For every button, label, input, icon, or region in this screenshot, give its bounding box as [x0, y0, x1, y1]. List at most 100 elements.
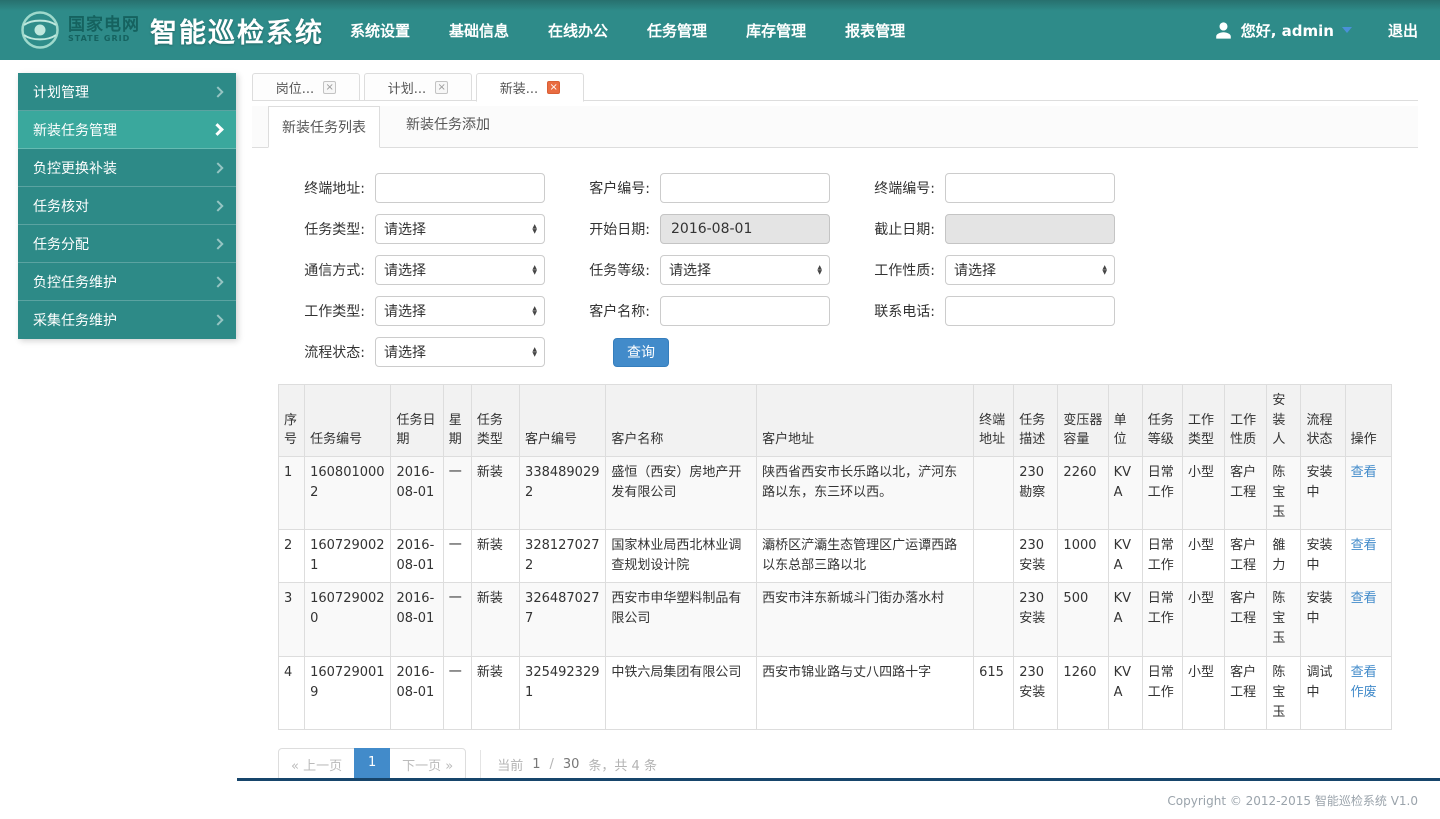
- view-link[interactable]: 查看: [1351, 463, 1386, 483]
- table-cell: 客户工程: [1225, 529, 1267, 582]
- void-link[interactable]: 作废: [1351, 683, 1386, 703]
- form-row: 流程状态:请选择查询: [280, 336, 1418, 368]
- sidebar-item-3[interactable]: 负控更换补装: [18, 149, 236, 187]
- subtab-1[interactable]: 新装任务列表: [268, 106, 380, 148]
- table-cell: 2260: [1058, 456, 1108, 529]
- table-cell: 1: [279, 456, 305, 529]
- tab-3[interactable]: 新装... ×: [476, 73, 584, 102]
- table-cell: 西安市沣东新城斗门街办落水村: [757, 583, 974, 656]
- tab-close-icon[interactable]: ×: [547, 81, 560, 94]
- prev-page-button[interactable]: « 上一页: [278, 748, 355, 781]
- flow-status-select[interactable]: 请选择: [375, 337, 545, 367]
- tab-close-icon[interactable]: ×: [323, 81, 336, 94]
- chevron-right-icon: [211, 123, 224, 136]
- updown-arrows-icon: [532, 306, 537, 316]
- flow-status-selected-value: 请选择: [384, 342, 532, 362]
- tab-1[interactable]: 岗位... ×: [252, 73, 360, 101]
- query-button[interactable]: 查询: [613, 338, 669, 367]
- sidebar-item-6[interactable]: 负控任务维护: [18, 263, 236, 301]
- nav-item-5[interactable]: 库存管理: [746, 12, 806, 49]
- column-header: 安装人: [1267, 385, 1301, 457]
- work-type-group: 工作类型:请选择: [280, 296, 545, 326]
- nav-item-1[interactable]: 系统设置: [350, 12, 410, 49]
- table-cell: 1607290021: [305, 529, 391, 582]
- table-cell: 新装: [471, 583, 519, 656]
- nav-item-4[interactable]: 任务管理: [647, 12, 707, 49]
- customer-name-input[interactable]: [660, 296, 830, 326]
- task-level-selected-value: 请选择: [669, 260, 817, 280]
- table-cell: KVA: [1108, 529, 1142, 582]
- table-cell: [974, 583, 1014, 656]
- logout-button[interactable]: 退出: [1388, 20, 1418, 41]
- end-date-field[interactable]: [945, 214, 1115, 244]
- nav-item-6[interactable]: 报表管理: [845, 12, 905, 49]
- start-date-group: 开始日期:2016-08-01: [565, 214, 830, 244]
- table-row: 416072900192016-08-01一新装3254923291中铁六局集团…: [279, 656, 1392, 729]
- caret-down-icon[interactable]: [1342, 27, 1352, 33]
- view-link[interactable]: 查看: [1351, 536, 1386, 556]
- table-cell: 灞桥区浐灞生态管理区广运谭西路以东总部三路以北: [757, 529, 974, 582]
- table-cell: 日常工作: [1142, 456, 1182, 529]
- chevron-right-icon: [212, 276, 223, 287]
- chevron-right-icon: [212, 314, 223, 325]
- nav-item-2[interactable]: 基础信息: [449, 12, 509, 49]
- table-body: 116080100022016-08-01一新装3384890292盛恒（西安）…: [279, 456, 1392, 730]
- table-cell: 西安市锦业路与丈八四路十字: [757, 656, 974, 729]
- contact-phone-input[interactable]: [945, 296, 1115, 326]
- table-cell: KVA: [1108, 583, 1142, 656]
- terminal-no-input[interactable]: [945, 173, 1115, 203]
- column-header: 变压器容量: [1058, 385, 1108, 457]
- table-cell: 500: [1058, 583, 1108, 656]
- subtab-2[interactable]: 新装任务添加: [406, 114, 490, 147]
- customer-no-group: 客户编号:: [565, 173, 830, 203]
- table-cell: 3384890292: [520, 456, 606, 529]
- column-header: 流程状态: [1301, 385, 1345, 457]
- sidebar-item-2[interactable]: 新装任务管理: [18, 111, 236, 149]
- sidebar-item-7[interactable]: 采集任务维护: [18, 301, 236, 339]
- sidebar-menu: 计划管理新装任务管理负控更换补装任务核对任务分配负控任务维护采集任务维护: [18, 73, 236, 339]
- comm-mode-select[interactable]: 请选择: [375, 255, 545, 285]
- start-date-field[interactable]: 2016-08-01: [660, 214, 830, 244]
- table-cell: 安装中: [1301, 456, 1345, 529]
- operation-cell: 查看: [1345, 529, 1391, 582]
- column-header: 星期: [443, 385, 471, 457]
- view-link[interactable]: 查看: [1351, 589, 1386, 609]
- sidebar-item-4[interactable]: 任务核对: [18, 187, 236, 225]
- work-nature-select[interactable]: 请选择: [945, 255, 1115, 285]
- table-cell: 西安市申华塑料制品有限公司: [606, 583, 757, 656]
- view-link[interactable]: 查看: [1351, 663, 1386, 683]
- nav-item-3[interactable]: 在线办公: [548, 12, 608, 49]
- next-page-button[interactable]: 下一页 »: [389, 748, 466, 781]
- user-area[interactable]: 您好, admin 退出: [1214, 20, 1418, 41]
- task-type-select[interactable]: 请选择: [375, 214, 545, 244]
- sidebar-item-1[interactable]: 计划管理: [18, 73, 236, 111]
- table-cell: 230勘察: [1014, 456, 1058, 529]
- column-header: 任务编号: [305, 385, 391, 457]
- column-header: 工作性质: [1225, 385, 1267, 457]
- customer-no-input[interactable]: [660, 173, 830, 203]
- tab-label: 岗位...: [276, 78, 314, 97]
- terminal-no-group: 终端编号:: [850, 173, 1115, 203]
- sidebar-item-label: 任务核对: [33, 196, 89, 216]
- page-1-button[interactable]: 1: [354, 748, 390, 781]
- terminal-address-input[interactable]: [375, 173, 545, 203]
- tab-close-icon[interactable]: ×: [435, 81, 448, 94]
- table-cell: 陈宝玉: [1267, 656, 1301, 729]
- sidebar-item-5[interactable]: 任务分配: [18, 225, 236, 263]
- logo-text: 国家电网 STATE GRID: [68, 17, 140, 43]
- end-date-label: 截止日期:: [850, 219, 935, 239]
- work-type-select[interactable]: 请选择: [375, 296, 545, 326]
- tab-2[interactable]: 计划...×: [364, 73, 472, 101]
- user-greeting[interactable]: 您好, admin: [1241, 20, 1334, 41]
- table-cell: 615: [974, 656, 1014, 729]
- tab-label: 新装...: [500, 78, 538, 97]
- end-date-group: 截止日期:: [850, 214, 1115, 244]
- column-header: 客户地址: [757, 385, 974, 457]
- table-cell: 2016-08-01: [391, 656, 443, 729]
- table-cell: 2016-08-01: [391, 583, 443, 656]
- task-level-select[interactable]: 请选择: [660, 255, 830, 285]
- table-cell: 4: [279, 656, 305, 729]
- column-header: 任务描述: [1014, 385, 1058, 457]
- pagination-info-label: 当前: [497, 755, 523, 774]
- sidebar-item-label: 采集任务维护: [33, 310, 117, 330]
